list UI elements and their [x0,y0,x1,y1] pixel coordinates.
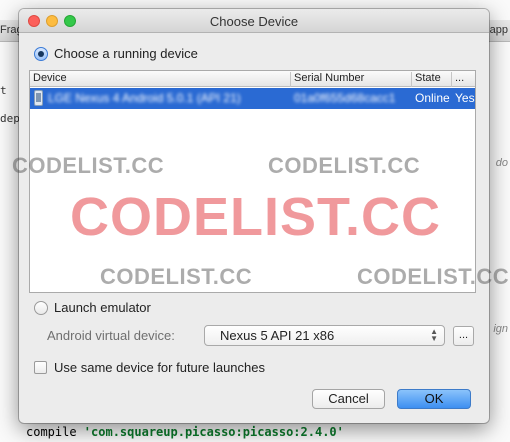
code-fragment: ign [493,323,508,335]
choose-running-device-radio[interactable] [34,47,48,61]
watermark-text: CODELIST.CC [100,264,253,289]
code-fragment: do [495,157,508,169]
ok-button[interactable]: OK [397,389,471,409]
table-header: Device Serial Number State ... [30,71,475,87]
select-arrows-icon: ▲ ▼ [430,327,438,343]
watermark-text: CODELIST.CC [357,264,510,289]
browse-avd-button[interactable]: ... [453,326,474,346]
column-header-more[interactable]: ... [452,72,475,87]
code-keyword: compile [26,425,84,439]
ide-tab-right-label: app [489,24,508,36]
device-name-cell: LGE Nexus 4 Android 5.0.1 (API 21) [48,91,241,105]
table-row[interactable]: LGE Nexus 4 Android 5.0.1 (API 21) 01a0f… [30,88,475,109]
watermark-text: CODELIST.CC [268,153,421,178]
code-line: compile 'com.squareup.picasso:picasso:2.… [26,425,344,439]
watermark-text: CODELIST.CC [12,153,165,178]
column-header-state[interactable]: State [412,72,452,87]
choose-running-device-label[interactable]: Choose a running device [54,46,198,61]
launch-emulator-radio[interactable] [34,301,48,315]
state-cell: Online [415,91,450,105]
extra-cell: Yes [455,91,475,105]
device-table[interactable]: Device Serial Number State ... LGE Nexus… [29,70,476,293]
code-fragment: t [0,84,7,97]
watermark-text: CODELIST.CC [70,187,442,247]
column-header-device[interactable]: Device [30,72,291,87]
dialog-title: Choose Device [209,14,299,29]
avd-label: Android virtual device: [47,328,175,343]
launch-emulator-label[interactable]: Launch emulator [54,300,151,315]
code-string: 'com.squareup.picasso:picasso:2.4.0' [83,425,344,439]
avd-selected-value: Nexus 5 API 21 x86 [220,328,335,343]
code-fragment: dep [0,112,20,125]
same-device-label[interactable]: Use same device for future launches [54,360,265,375]
avd-select[interactable]: Nexus 5 API 21 x86 ▲ ▼ [204,325,445,346]
title-bar: Choose Device [19,9,489,33]
serial-number-cell: 01a0f655d68cacc1 [294,91,396,105]
cancel-button[interactable]: Cancel [312,389,385,409]
phone-icon [34,90,43,106]
column-header-serial[interactable]: Serial Number [291,72,412,87]
same-device-checkbox[interactable] [34,361,47,374]
